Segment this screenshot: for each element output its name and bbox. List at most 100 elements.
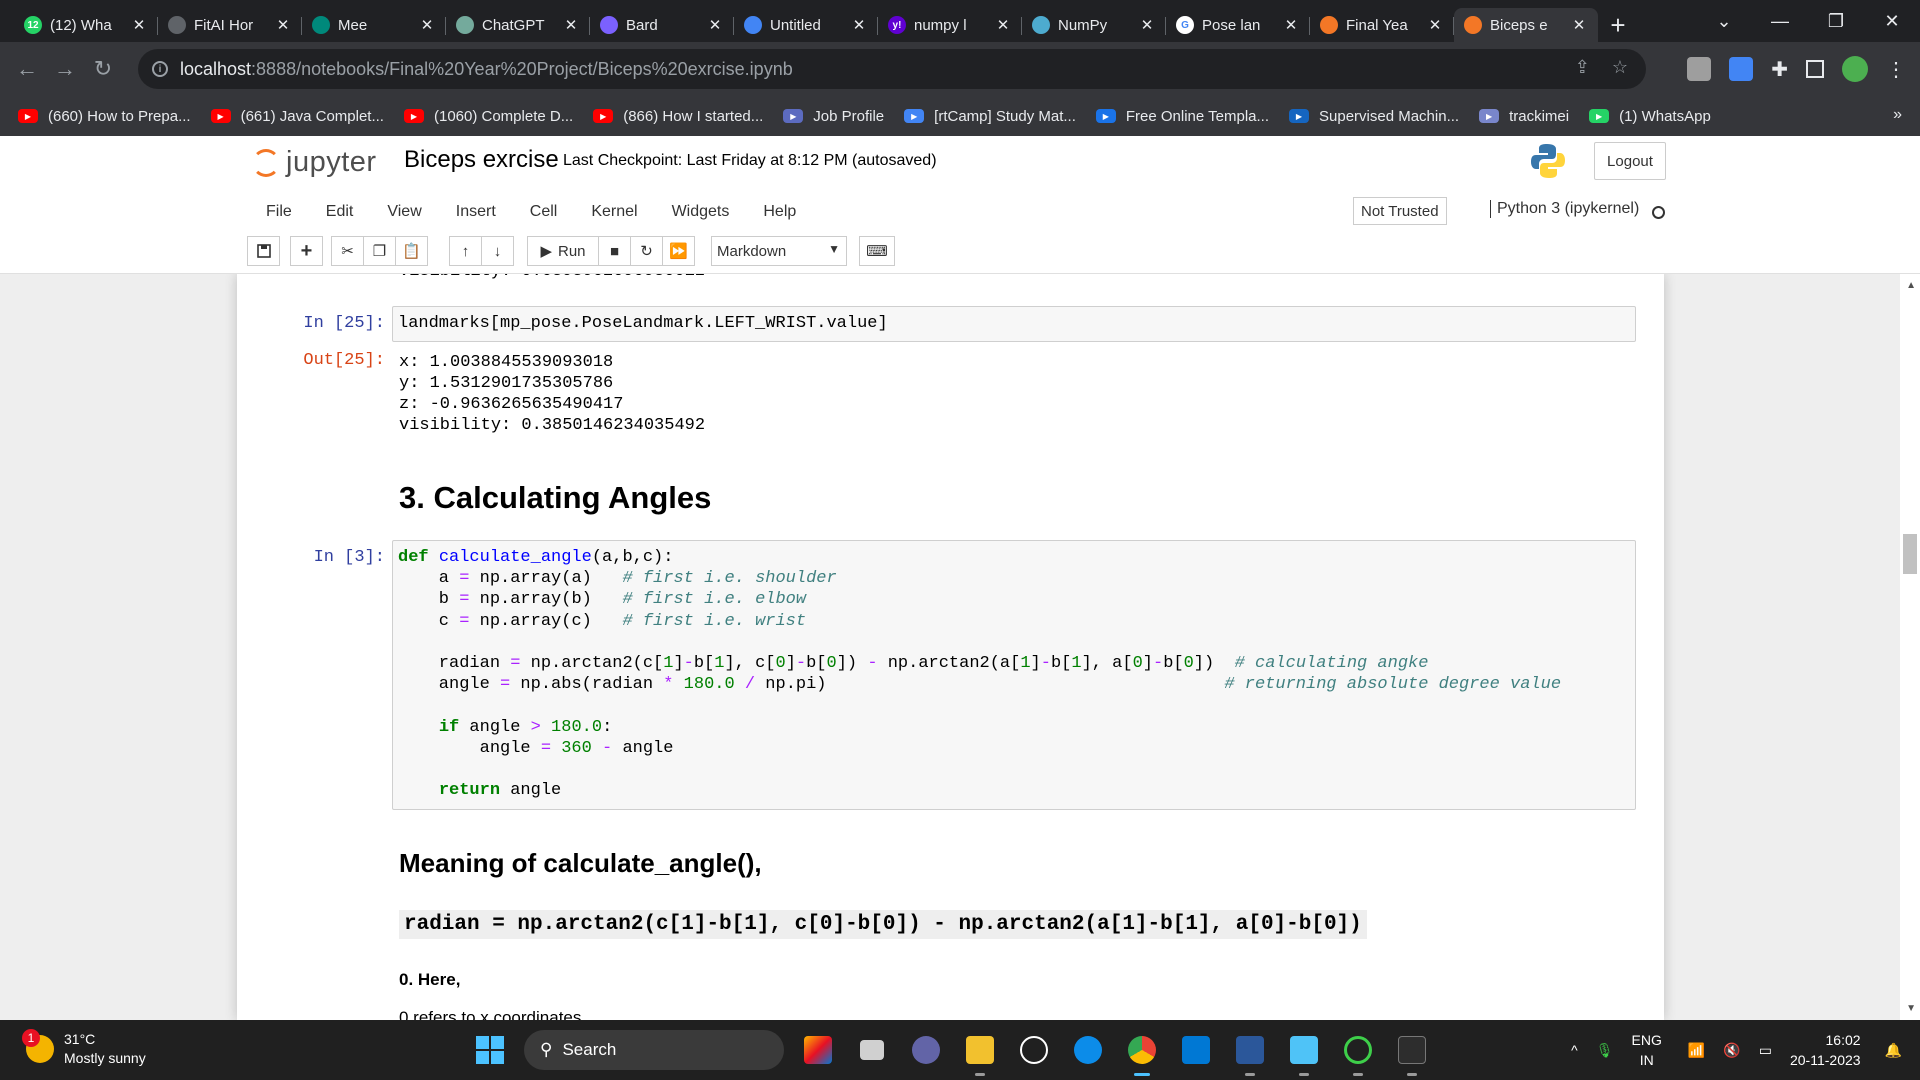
word-icon[interactable]: [1230, 1030, 1270, 1076]
notepad-icon[interactable]: [1284, 1030, 1324, 1076]
page-scrollbar[interactable]: ▲ ▼: [1900, 274, 1920, 1020]
restart-icon[interactable]: ↻: [630, 236, 663, 266]
not-trusted-indicator[interactable]: Not Trusted: [1353, 197, 1447, 225]
loading-app-icon[interactable]: [1338, 1030, 1378, 1076]
scroll-down-icon[interactable]: ▼: [1906, 1003, 1916, 1014]
interrupt-icon[interactable]: ■: [598, 236, 631, 266]
weather-widget[interactable]: 1 31°C Mostly sunny: [22, 1029, 146, 1068]
clock[interactable]: 16:02 20-11-2023: [1790, 1030, 1861, 1070]
close-tab-icon[interactable]: ✕: [130, 16, 148, 34]
close-tab-icon[interactable]: ✕: [1426, 16, 1444, 34]
wifi-icon[interactable]: 📶: [1688, 1042, 1705, 1059]
volume-muted-icon[interactable]: 🔇: [1723, 1042, 1740, 1059]
bookmark-item[interactable]: ▶ (1) WhatsApp: [1589, 108, 1711, 125]
keyboard-shortcuts-icon[interactable]: ⌨: [859, 236, 895, 266]
chrome-icon[interactable]: [1122, 1030, 1162, 1076]
battery-icon[interactable]: ▭: [1759, 1042, 1772, 1059]
extension-icon[interactable]: [1729, 57, 1754, 81]
notification-bell-icon[interactable]: 🔔: [1885, 1042, 1902, 1059]
close-tab-icon[interactable]: ✕: [418, 16, 436, 34]
browser-tab[interactable]: Biceps e ✕: [1454, 8, 1598, 42]
reload-button[interactable]: ↻: [84, 56, 122, 82]
browser-tab[interactable]: 12 (12) Wha ✕: [14, 8, 158, 42]
notebook-title[interactable]: Biceps exrcise: [404, 146, 559, 174]
close-tab-icon[interactable]: ✕: [274, 16, 292, 34]
file-explorer-icon[interactable]: [960, 1030, 1000, 1076]
menu-cell[interactable]: Cell: [513, 203, 575, 221]
bookmark-item[interactable]: ▶ (661) Java Complet...: [210, 108, 384, 125]
browser-tab[interactable]: Untitled ✕: [734, 8, 878, 42]
back-button[interactable]: ←: [8, 56, 46, 82]
extension-icon[interactable]: [1687, 57, 1712, 81]
bookmark-item[interactable]: ▶ [rtCamp] Study Mat...: [904, 108, 1076, 125]
bookmark-star-icon[interactable]: ☆: [1612, 57, 1628, 78]
save-icon[interactable]: [247, 236, 280, 266]
close-tab-icon[interactable]: ✕: [562, 16, 580, 34]
bookmark-item[interactable]: ▶ Job Profile: [783, 108, 884, 125]
taskbar-search[interactable]: ⚲ Search: [524, 1030, 784, 1070]
menu-insert[interactable]: Insert: [439, 203, 513, 221]
cut-icon[interactable]: ✂: [331, 236, 364, 266]
show-hidden-icons[interactable]: ^: [1571, 1042, 1578, 1058]
forward-button[interactable]: →: [46, 56, 84, 82]
cell3-code-input[interactable]: def calculate_angle(a,b,c): a = np.array…: [392, 540, 1636, 810]
browser-tab[interactable]: G Pose lan ✕: [1166, 8, 1310, 42]
menu-widgets[interactable]: Widgets: [655, 203, 747, 221]
browser-tab[interactable]: FitAI Hor ✕: [158, 8, 302, 42]
task-view-icon[interactable]: [852, 1030, 892, 1070]
bookmark-item[interactable]: ▶ trackimei: [1479, 108, 1569, 125]
bookmark-item[interactable]: ▶ Free Online Templa...: [1095, 108, 1269, 125]
bookmarks-overflow-button[interactable]: »: [1893, 106, 1902, 124]
close-tab-icon[interactable]: ✕: [1282, 16, 1300, 34]
restart-run-all-icon[interactable]: ⏩: [662, 236, 695, 266]
close-tab-icon[interactable]: ✕: [994, 16, 1012, 34]
browser-tab[interactable]: Mee ✕: [302, 8, 446, 42]
bookmark-item[interactable]: ▶ Supervised Machin...: [1289, 108, 1459, 125]
bookmark-item[interactable]: ▶ (660) How to Prepa...: [18, 108, 191, 125]
terminal-icon[interactable]: [1392, 1030, 1432, 1076]
minimize-button[interactable]: —: [1752, 11, 1808, 32]
share-icon[interactable]: ⇪: [1575, 57, 1590, 78]
menu-edit[interactable]: Edit: [309, 203, 371, 221]
menu-view[interactable]: View: [370, 203, 438, 221]
tab-search-icon[interactable]: ⌄: [1696, 11, 1752, 32]
dell-icon[interactable]: [1014, 1030, 1054, 1070]
insert-cell-icon[interactable]: +: [290, 236, 323, 266]
cell25-code-input[interactable]: landmarks[mp_pose.PoseLandmark.LEFT_WRIS…: [392, 306, 1636, 342]
browser-tab[interactable]: y! numpy l ✕: [878, 8, 1022, 42]
scrollbar-thumb[interactable]: [1903, 534, 1917, 574]
close-tab-icon[interactable]: ✕: [850, 16, 868, 34]
move-down-icon[interactable]: ↓: [481, 236, 514, 266]
bookmark-item[interactable]: ▶ (1060) Complete D...: [403, 108, 573, 125]
close-tab-icon[interactable]: ✕: [1570, 16, 1588, 34]
menu-help[interactable]: Help: [746, 203, 813, 221]
scroll-up-icon[interactable]: ▲: [1906, 280, 1916, 291]
site-info-icon[interactable]: i: [152, 61, 168, 77]
browser-tab[interactable]: Bard ✕: [590, 8, 734, 42]
paste-icon[interactable]: 📋: [395, 236, 428, 266]
menu-kernel[interactable]: Kernel: [574, 203, 654, 221]
vscode-icon[interactable]: [1176, 1030, 1216, 1070]
profile-avatar[interactable]: [1842, 56, 1868, 82]
copy-icon[interactable]: ❐: [363, 236, 396, 266]
browser-tab[interactable]: ChatGPT ✕: [446, 8, 590, 42]
address-bar[interactable]: i localhost:8888/notebooks/Final%20Year%…: [138, 49, 1646, 89]
microphone-icon[interactable]: 🎙: [1596, 1042, 1614, 1059]
new-tab-button[interactable]: +: [1598, 8, 1638, 42]
jupyter-logo[interactable]: jupyter: [252, 146, 377, 179]
bookmark-item[interactable]: ▶ (866) How I started...: [593, 108, 763, 125]
side-panel-icon[interactable]: [1806, 60, 1824, 78]
language-indicator[interactable]: ENG IN: [1632, 1030, 1662, 1070]
extensions-puzzle-icon[interactable]: ✚: [1771, 57, 1788, 82]
teams-chat-icon[interactable]: [906, 1030, 946, 1070]
menu-kebab-icon[interactable]: ⋮: [1886, 57, 1906, 82]
restore-button[interactable]: ❐: [1808, 11, 1864, 32]
windows-start-icon[interactable]: [470, 1030, 510, 1070]
close-window-button[interactable]: ✕: [1864, 11, 1920, 32]
cell-type-select[interactable]: Markdown ▼: [711, 236, 847, 266]
copilot-icon[interactable]: [798, 1030, 838, 1070]
logout-button[interactable]: Logout: [1594, 142, 1666, 180]
close-tab-icon[interactable]: ✕: [706, 16, 724, 34]
edge-icon[interactable]: [1068, 1030, 1108, 1070]
close-tab-icon[interactable]: ✕: [1138, 16, 1156, 34]
